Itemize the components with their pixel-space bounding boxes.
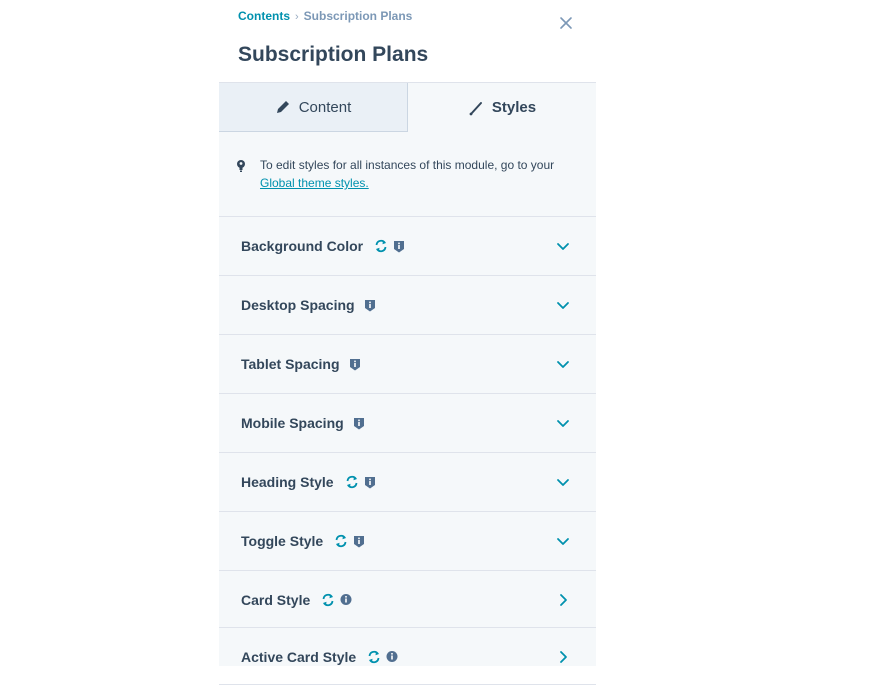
- panel-body: Content Styles To edit styles for all in…: [219, 82, 596, 685]
- close-icon[interactable]: [558, 15, 574, 31]
- sync-icon: [375, 239, 387, 253]
- section-label: Mobile Spacing: [241, 415, 344, 431]
- info-icon[interactable]: [353, 417, 365, 430]
- chevron-down-icon[interactable]: [556, 357, 570, 371]
- chevron-down-icon[interactable]: [556, 475, 570, 489]
- chevron-down-icon[interactable]: [556, 534, 570, 548]
- info-icon[interactable]: [349, 358, 361, 371]
- section-label: Card Style: [241, 591, 311, 608]
- breadcrumb-current: Subscription Plans: [303, 9, 413, 23]
- notice-message: To edit styles for all instances of this…: [260, 158, 555, 172]
- lightbulb-icon: [237, 160, 245, 172]
- chevron-down-icon[interactable]: [556, 298, 570, 312]
- breadcrumb: Contents › Subscription Plans: [238, 9, 412, 24]
- chevron-right-icon[interactable]: [556, 593, 570, 607]
- section-background-color[interactable]: Background Color: [219, 217, 596, 276]
- panel-header: Contents › Subscription Plans Subscription…: [219, 0, 596, 82]
- global-styles-notice: To edit styles for all instances of this…: [219, 132, 596, 217]
- section-label: Active Card Style: [241, 648, 357, 665]
- brush-icon: [469, 101, 482, 115]
- chevron-right-icon[interactable]: [556, 650, 570, 664]
- info-icon[interactable]: [353, 535, 365, 548]
- section-desktop-spacing[interactable]: Desktop Spacing: [219, 276, 596, 335]
- sync-icon: [368, 650, 380, 663]
- info-icon[interactable]: [386, 650, 398, 663]
- section-label: Heading Style: [241, 474, 334, 490]
- section-toggle-style[interactable]: Toggle Style: [219, 512, 596, 571]
- info-icon[interactable]: [364, 299, 376, 312]
- chevron-down-icon[interactable]: [556, 416, 570, 430]
- pencil-icon: [276, 101, 289, 113]
- breadcrumb-separator: ›: [295, 11, 299, 23]
- info-icon[interactable]: [340, 593, 352, 606]
- global-theme-styles-link[interactable]: Global theme styles.: [260, 176, 369, 190]
- section-label: Toggle Style: [241, 533, 324, 549]
- info-icon[interactable]: [393, 240, 405, 253]
- section-heading-style[interactable]: Heading Style: [219, 453, 596, 512]
- sync-icon: [335, 534, 347, 548]
- sync-icon: [346, 475, 357, 489]
- section-label: Background Color: [241, 238, 364, 254]
- section-label: Desktop Spacing: [241, 297, 355, 313]
- chevron-down-icon[interactable]: [556, 239, 570, 253]
- tab-bar: Content Styles: [219, 83, 596, 132]
- notice-text: To edit styles for all instances of this…: [260, 156, 560, 192]
- breadcrumb-contents-link[interactable]: Contents: [238, 9, 290, 23]
- tab-styles[interactable]: Styles: [408, 83, 596, 132]
- section-tablet-spacing[interactable]: Tablet Spacing: [219, 335, 596, 394]
- tab-content[interactable]: Content: [219, 83, 408, 132]
- section-card-style[interactable]: Card Style: [219, 571, 596, 628]
- sync-icon: [322, 593, 334, 606]
- info-icon[interactable]: [364, 476, 376, 489]
- section-label: Tablet Spacing: [241, 356, 340, 372]
- tab-styles-label: Styles: [491, 99, 537, 116]
- style-editor-panel: Contents › Subscription Plans Subscription…: [219, 0, 596, 685]
- page-title: Subscription Plans: [238, 43, 429, 66]
- section-active-card-style[interactable]: Active Card Style: [219, 628, 596, 685]
- tab-content-label: Content: [298, 98, 352, 116]
- section-mobile-spacing[interactable]: Mobile Spacing: [219, 394, 596, 453]
